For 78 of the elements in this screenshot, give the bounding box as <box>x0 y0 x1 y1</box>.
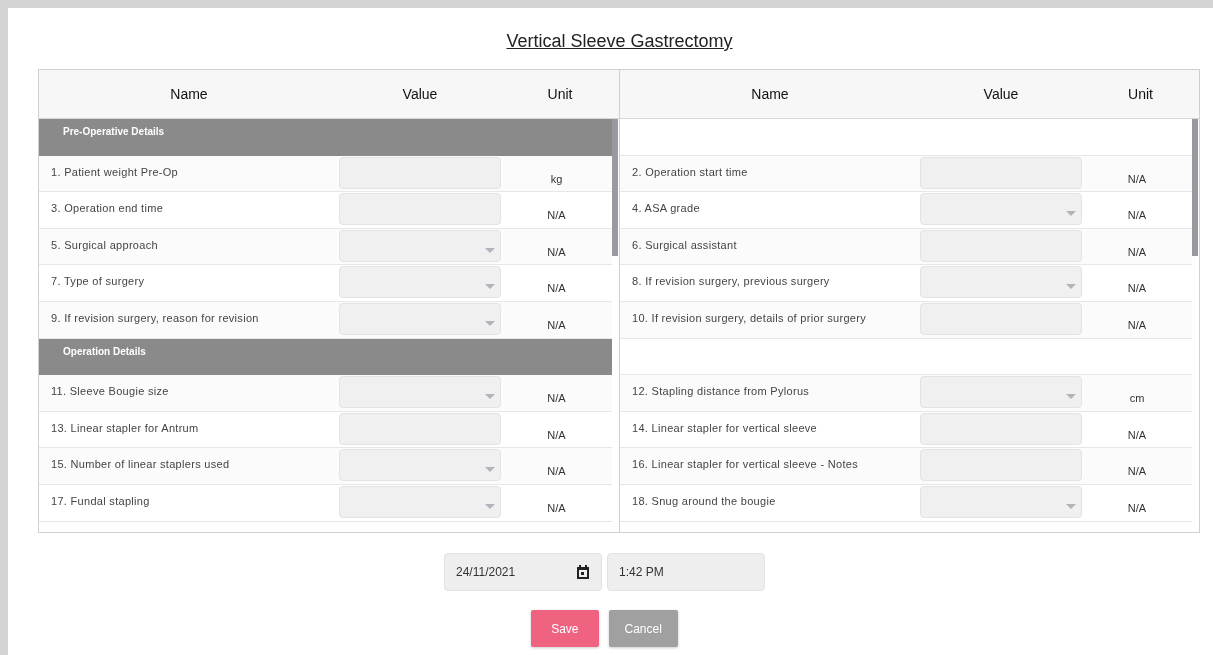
input-field[interactable] <box>339 156 501 189</box>
field-label: 1. Patient weight Pre-Op <box>50 164 180 180</box>
field-label: 3. Operation end time <box>50 201 165 217</box>
select-field[interactable] <box>920 376 1082 409</box>
column-header: Unit <box>1127 86 1154 102</box>
input-field[interactable] <box>920 302 1082 335</box>
field-label: 10. If revision surgery, details of prior surgery <box>631 310 867 326</box>
field-label: 16. Linear stapler for vertical sleeve - Notes <box>631 457 859 473</box>
field-label: 18. Snug around the bougie <box>631 493 777 509</box>
select-field[interactable] <box>920 266 1082 299</box>
column-header: Value <box>401 86 439 102</box>
caret-icon <box>1066 503 1076 509</box>
unit-label: N/A <box>546 500 567 516</box>
scrollbar-thumb[interactable] <box>1192 119 1198 256</box>
date-field[interactable]: 24/11/2021 <box>444 553 602 591</box>
caret-icon <box>1066 284 1076 290</box>
column-header: Name <box>750 86 790 102</box>
input-field[interactable] <box>339 412 501 445</box>
field-label: 9. If revision surgery, reason for revision <box>50 310 260 326</box>
field-label: 6. Surgical assistant <box>631 237 738 253</box>
caret-icon <box>485 503 495 509</box>
input-field[interactable] <box>920 449 1082 482</box>
field-label: 2. Operation start time <box>631 164 749 180</box>
calendar-icon[interactable] <box>576 565 590 579</box>
unit-label: N/A <box>546 464 567 480</box>
field-label: 14. Linear stapler for vertical sleeve <box>631 420 819 436</box>
unit-label: N/A <box>1126 208 1148 224</box>
select-field[interactable] <box>920 485 1082 518</box>
column-header: Unit <box>546 86 574 102</box>
unit-label: N/A <box>1126 427 1148 443</box>
unit-label: N/A <box>1126 500 1148 516</box>
select-field[interactable] <box>339 266 501 299</box>
caret-icon <box>485 320 495 326</box>
caret-icon <box>1066 394 1076 400</box>
field-label: 7. Type of surgery <box>50 274 146 290</box>
field-label: 4. ASA grade <box>631 201 701 217</box>
unit-label: N/A <box>1126 281 1148 297</box>
unit-label: kg <box>549 171 564 187</box>
unit-label: N/A <box>1126 171 1148 187</box>
field-label: 8. If revision surgery, previous surgery <box>631 274 831 290</box>
field-label: 15. Number of linear staplers used <box>50 457 231 473</box>
section-header: Operation Details <box>39 338 612 376</box>
input-field[interactable] <box>920 229 1082 262</box>
select-field[interactable] <box>920 193 1082 226</box>
unit-label: N/A <box>546 244 567 260</box>
select-field[interactable] <box>339 485 501 518</box>
field-label: 17. Fundal stapling <box>50 493 151 509</box>
input-field[interactable] <box>920 156 1082 189</box>
caret-icon <box>485 467 495 473</box>
unit-label: N/A <box>1126 317 1148 333</box>
caret-icon <box>485 284 495 290</box>
field-label: 5. Surgical approach <box>50 237 159 253</box>
select-field[interactable] <box>339 449 501 482</box>
unit-label: cm <box>1128 391 1146 407</box>
caret-icon <box>485 247 495 253</box>
unit-label: N/A <box>1126 244 1148 260</box>
select-field[interactable] <box>339 302 501 335</box>
unit-label: N/A <box>546 317 567 333</box>
page-title: Vertical Sleeve Gastrectomy <box>506 31 733 52</box>
column-header: Value <box>982 86 1020 102</box>
field-label: 11. Sleeve Bougie size <box>50 384 170 400</box>
input-field[interactable] <box>339 193 501 226</box>
field-label: 13. Linear stapler for Antrum <box>50 420 200 436</box>
time-field[interactable]: 1:42 PM <box>607 553 765 591</box>
unit-label: N/A <box>1126 464 1148 480</box>
caret-icon <box>485 394 495 400</box>
unit-label: N/A <box>546 208 567 224</box>
field-label: 12. Stapling distance from Pylorus <box>631 384 811 400</box>
select-field[interactable] <box>339 229 501 262</box>
scrollbar-thumb[interactable] <box>612 119 618 256</box>
unit-label: N/A <box>546 427 567 443</box>
unit-label: N/A <box>546 281 567 297</box>
unit-label: N/A <box>546 391 567 407</box>
section-header: Pre-Operative Details <box>39 119 612 156</box>
caret-icon <box>1066 211 1076 217</box>
column-header: Name <box>169 86 209 102</box>
input-field[interactable] <box>920 412 1082 445</box>
select-field[interactable] <box>339 376 501 409</box>
